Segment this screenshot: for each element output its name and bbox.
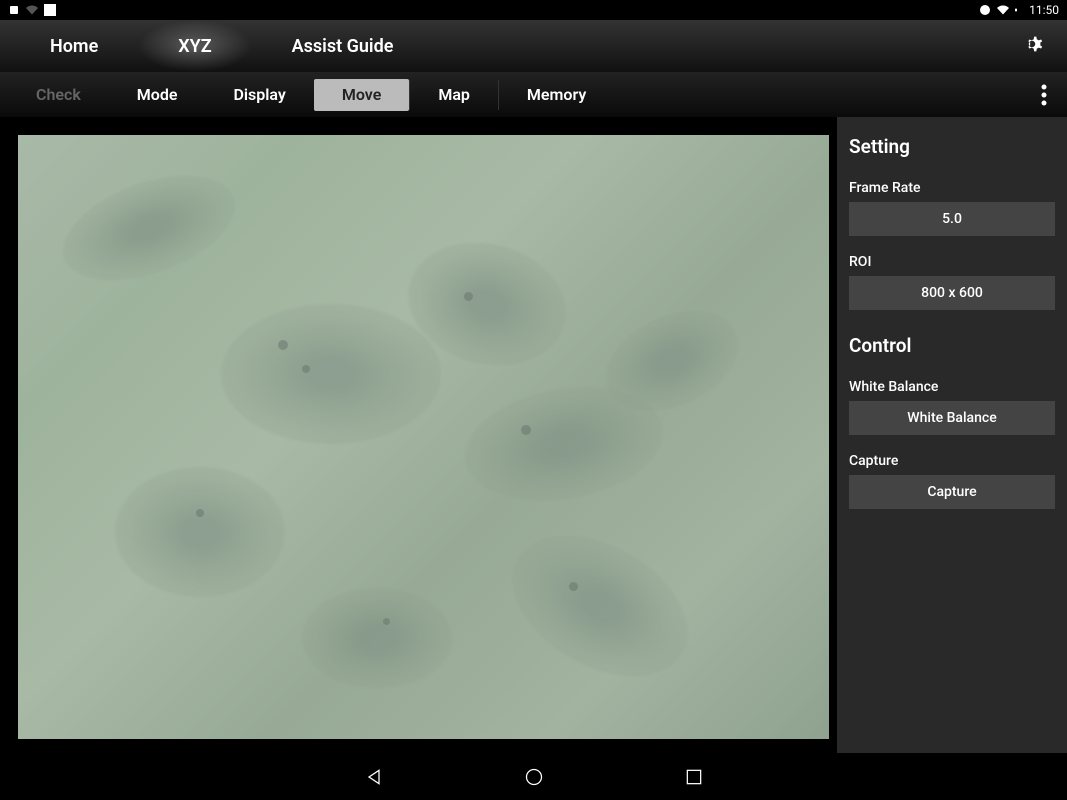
status-right: 11:50 [979,3,1059,17]
sub-nav: Check Mode Display Move Map Memory [0,72,1067,117]
white-balance-label: White Balance [849,379,1055,395]
roi-button[interactable]: 800 x 600 [849,276,1055,310]
roi-value: 800 x 600 [921,285,983,301]
circle-home-icon [524,767,544,787]
sub-mode-label: Mode [137,85,178,104]
more-options-button[interactable] [1029,72,1059,117]
battery-icon [1015,4,1023,16]
frame-rate-button[interactable]: 5.0 [849,202,1055,236]
more-vertical-icon [1041,84,1047,106]
nav-home-label: Home [50,36,98,57]
sub-display[interactable]: Display [205,79,313,111]
triangle-back-icon [364,767,384,787]
capture-button[interactable]: Capture [849,475,1055,509]
status-square-icon [44,4,56,16]
chat-icon [979,4,991,16]
wifi-icon [997,4,1009,16]
sub-move[interactable]: Move [314,79,409,111]
top-nav: Home XYZ Assist Guide [0,20,1067,72]
sub-memory[interactable]: Memory [499,79,614,111]
android-nav-bar [0,753,1067,800]
gear-icon [1019,31,1045,57]
microscope-viewer[interactable] [18,135,829,739]
sub-map-label: Map [438,85,470,104]
settings-button[interactable] [1007,31,1057,61]
roi-label: ROI [849,254,1055,270]
side-panel: Setting Frame Rate 5.0 ROI 800 x 600 Con… [837,117,1067,753]
android-recent-button[interactable] [684,767,704,787]
status-time: 11:50 [1029,3,1059,17]
white-balance-button-text: White Balance [907,410,996,426]
main-content: Setting Frame Rate 5.0 ROI 800 x 600 Con… [0,117,1067,753]
nav-assist-guide-label: Assist Guide [292,36,394,57]
android-status-bar: 11:50 [0,0,1067,20]
sub-check[interactable]: Check [8,79,109,111]
wifi-dim-icon [26,4,38,16]
nav-xyz-label: XYZ [178,36,211,57]
capture-button-text: Capture [927,484,976,500]
setting-header: Setting [849,135,1055,158]
sub-check-label: Check [36,85,81,104]
frame-rate-label: Frame Rate [849,180,1055,196]
white-balance-button[interactable]: White Balance [849,401,1055,435]
nav-xyz[interactable]: XYZ [138,20,251,72]
sub-map[interactable]: Map [410,79,498,111]
sub-mode[interactable]: Mode [109,79,206,111]
notification-icon [8,4,20,16]
android-home-button[interactable] [524,767,544,787]
android-back-button[interactable] [364,767,384,787]
status-left [8,4,56,16]
sub-display-label: Display [233,85,285,104]
nav-assist-guide[interactable]: Assist Guide [252,20,434,72]
control-header: Control [849,334,1055,357]
sub-move-label: Move [342,85,381,104]
frame-rate-value: 5.0 [942,211,962,227]
capture-label: Capture [849,453,1055,469]
square-recent-icon [684,767,704,787]
sub-memory-label: Memory [527,85,586,104]
microscope-viewer-container [0,117,837,753]
nav-home[interactable]: Home [10,20,138,72]
